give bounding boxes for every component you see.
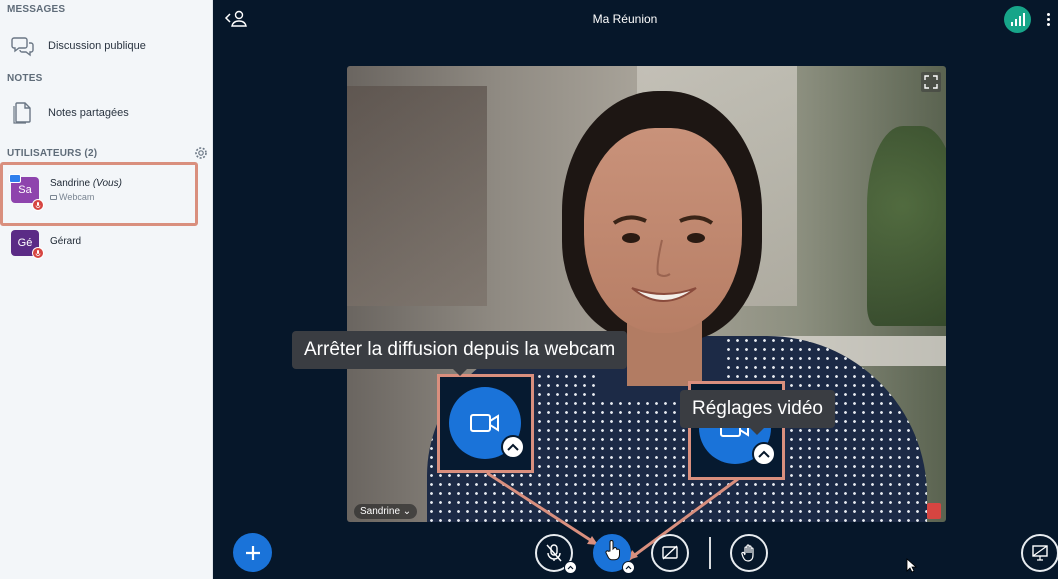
mic-options-chevron-icon[interactable] [564,561,577,574]
fullscreen-icon[interactable] [921,72,941,92]
video-name-tag: Sandrine ⌄ [354,504,418,519]
video-name-tag-text: Sandrine [360,506,401,517]
presentation-icon [1032,545,1048,561]
gear-icon[interactable] [194,146,208,160]
chevron-up-icon [501,435,525,459]
hand-cursor-icon [604,539,622,561]
video-settings-tooltip: Réglages vidéo [680,390,835,435]
highlight-box [0,162,198,226]
video-mic-muted-icon [927,503,941,519]
user-row-gerard[interactable]: Gé Gérard [8,224,203,264]
plus-icon [245,545,260,560]
signal-icon[interactable] [1004,6,1031,33]
video-settings-chevron-icon[interactable] [622,561,635,574]
shared-notes-label: Notes partagées [48,107,129,119]
webcam-tooltip: Arrêter la diffusion depuis la webcam [292,331,628,376]
more-icon[interactable] [1043,8,1053,30]
toolbar-separator [709,537,711,569]
users-section-title: UTILISATEURS (2) [7,148,98,159]
background-plant [867,126,946,326]
presentation-button[interactable] [1021,534,1058,572]
notes-icon [10,100,36,126]
person-face [584,128,742,333]
mouse-pointer-icon [906,558,918,573]
mic-muted-icon [32,247,44,259]
mic-off-icon [546,544,562,562]
webcam-button-zoom [437,374,534,473]
chat-icon [10,33,36,59]
shared-notes-item[interactable]: Notes partagées [10,96,200,130]
raise-hand-button[interactable] [730,534,768,572]
user-back-icon[interactable] [223,9,249,29]
public-chat-item[interactable]: Discussion publique [10,29,200,63]
public-chat-label: Discussion publique [48,40,146,52]
user-name: Gérard [50,236,82,247]
notes-section-title: NOTES [7,73,43,84]
screen-share-button[interactable] [651,534,689,572]
mic-button[interactable] [535,534,577,574]
actions-plus-button[interactable] [233,533,272,572]
background-shelf [347,86,487,306]
chevron-up-icon [752,442,776,466]
raise-hand-icon [741,544,754,562]
meeting-title: Ma Réunion [592,12,658,26]
screen-share-off-icon [662,545,678,560]
messages-section-title: MESSAGES [7,4,66,15]
sidebar: MESSAGES Discussion publique NOTES Notes… [0,0,213,579]
